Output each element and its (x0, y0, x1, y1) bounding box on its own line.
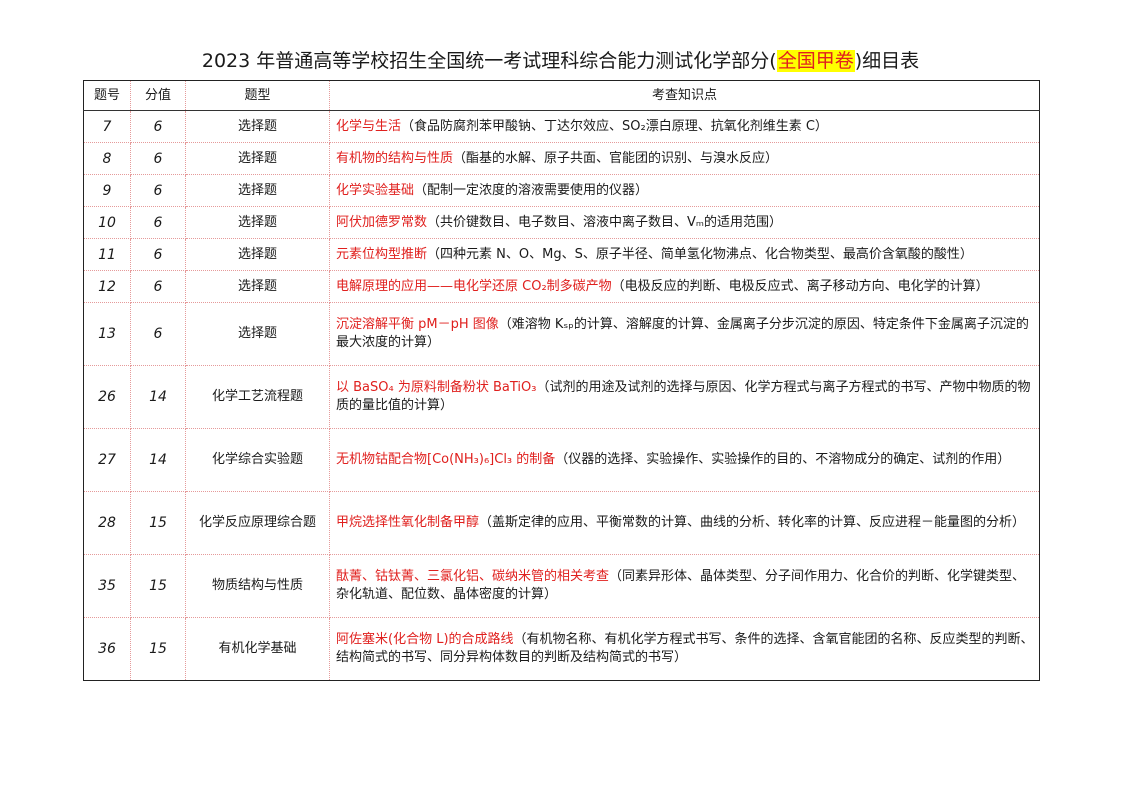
table-row: 11 6 选择题 元素位构型推断（四种元素 N、O、Mg、S、原子半径、简单氢化… (83, 238, 1040, 271)
score-cell: 15 (130, 491, 186, 555)
score-cell: 6 (130, 110, 186, 143)
table-row: 12 6 选择题 电解原理的应用——电化学还原 CO₂制多碳产物（电极反应的判断… (83, 270, 1040, 303)
score-cell: 6 (130, 238, 186, 271)
type-cell: 化学工艺流程题 (185, 365, 330, 429)
topic-text: 阿佐塞米(化合物 L)的合成路线 (336, 632, 514, 647)
score-cell: 6 (130, 174, 186, 207)
knowledge-cell: 有机物的结构与性质（酯基的水解、原子共面、官能团的识别、与溴水反应） (329, 142, 1040, 175)
detail-text: （电极反应的判断、电极反应式、离子移动方向、电化学的计算） (611, 278, 989, 294)
header-row: 题号 分值 题型 考查知识点 (83, 80, 1040, 111)
score-cell: 6 (130, 142, 186, 175)
detail-text: （食品防腐剂苯甲酸钠、丁达尔效应、SO₂漂白原理、抗氧化剂维生素 C） (401, 118, 828, 134)
question-number: 7 (83, 110, 131, 143)
question-number: 27 (83, 428, 131, 492)
knowledge-cell: 元素位构型推断（四种元素 N、O、Mg、S、原子半径、简单氢化物沸点、化合物类型… (329, 238, 1040, 271)
topic-text: 无机物钴配合物[Co(NH₃)₆]Cl₃ 的制备 (336, 452, 556, 467)
knowledge-cell: 阿伏加德罗常数（共价键数目、电子数目、溶液中离子数目、Vₘ的适用范围） (329, 206, 1040, 239)
table-row: 27 14 化学综合实验题 无机物钴配合物[Co(NH₃)₆]Cl₃ 的制备（仪… (83, 428, 1040, 492)
question-number: 26 (83, 365, 131, 429)
page-title: 2023 年普通高等学校招生全国统一考试理科综合能力测试化学部分(全国甲卷)细目… (0, 50, 1121, 72)
type-cell: 选择题 (185, 238, 330, 271)
question-number: 11 (83, 238, 131, 271)
table-row: 26 14 化学工艺流程题 以 BaSO₄ 为原料制备粉状 BaTiO₃（试剂的… (83, 365, 1040, 429)
detail-text: （盖斯定律的应用、平衡常数的计算、曲线的分析、转化率的计算、反应进程－能量图的分… (479, 515, 1026, 530)
table-row: 36 15 有机化学基础 阿佐塞米(化合物 L)的合成路线（有机物名称、有机化学… (83, 617, 1040, 681)
detail-text: （共价键数目、电子数目、溶液中离子数目、Vₘ的适用范围） (427, 214, 783, 230)
question-number: 28 (83, 491, 131, 555)
knowledge-cell: 甲烷选择性氧化制备甲醇（盖斯定律的应用、平衡常数的计算、曲线的分析、转化率的计算… (329, 491, 1040, 555)
type-cell: 选择题 (185, 110, 330, 143)
knowledge-cell: 以 BaSO₄ 为原料制备粉状 BaTiO₃（试剂的用途及试剂的选择与原因、化学… (329, 365, 1040, 429)
topic-text: 化学实验基础 (336, 182, 415, 198)
type-cell: 有机化学基础 (185, 617, 330, 681)
header-type: 题型 (185, 80, 330, 111)
question-number: 36 (83, 617, 131, 681)
type-cell: 化学综合实验题 (185, 428, 330, 492)
table-row: 9 6 选择题 化学实验基础（配制一定浓度的溶液需要使用的仪器） (83, 174, 1040, 207)
topic-text: 甲烷选择性氧化制备甲醇 (336, 515, 480, 530)
knowledge-cell: 沉淀溶解平衡 pM－pH 图像（难溶物 Kₛₚ的计算、溶解度的计算、金属离子分步… (329, 302, 1040, 366)
knowledge-cell: 化学与生活（食品防腐剂苯甲酸钠、丁达尔效应、SO₂漂白原理、抗氧化剂维生素 C） (329, 110, 1040, 143)
detail-table: 题号 分值 题型 考查知识点 7 6 选择题 化学与生活（食品防腐剂苯甲酸钠、丁… (83, 80, 1040, 681)
detail-text: （仪器的选择、实验操作、实验操作的目的、不溶物成分的确定、试剂的作用） (555, 452, 1011, 467)
table-row: 8 6 选择题 有机物的结构与性质（酯基的水解、原子共面、官能团的识别、与溴水反… (83, 142, 1040, 175)
header-number: 题号 (83, 80, 131, 111)
title-suffix: )细目表 (854, 50, 920, 72)
question-number: 13 (83, 302, 131, 366)
type-cell: 选择题 (185, 142, 330, 175)
score-cell: 15 (130, 554, 186, 618)
question-number: 8 (83, 142, 131, 175)
topic-text: 沉淀溶解平衡 pM－pH 图像 (336, 317, 499, 332)
knowledge-cell: 无机物钴配合物[Co(NH₃)₆]Cl₃ 的制备（仪器的选择、实验操作、实验操作… (329, 428, 1040, 492)
score-cell: 14 (130, 428, 186, 492)
type-cell: 选择题 (185, 270, 330, 303)
type-cell: 选择题 (185, 302, 330, 366)
type-cell: 物质结构与性质 (185, 554, 330, 618)
question-number: 10 (83, 206, 131, 239)
topic-text: 元素位构型推断 (336, 246, 428, 262)
detail-text: （配制一定浓度的溶液需要使用的仪器） (414, 182, 649, 198)
title-prefix: 2023 年普通高等学校招生全国统一考试理科综合能力测试化学部分( (201, 50, 777, 72)
score-cell: 14 (130, 365, 186, 429)
type-cell: 选择题 (185, 174, 330, 207)
type-cell: 化学反应原理综合题 (185, 491, 330, 555)
score-cell: 6 (130, 302, 186, 366)
knowledge-cell: 酞菁、钴钛菁、三氯化铝、碳纳米管的相关考查（同素异形体、晶体类型、分子间作用力、… (329, 554, 1040, 618)
type-cell: 选择题 (185, 206, 330, 239)
table-row: 10 6 选择题 阿伏加德罗常数（共价键数目、电子数目、溶液中离子数目、Vₘ的适… (83, 206, 1040, 239)
detail-text: （四种元素 N、O、Mg、S、原子半径、简单氢化物沸点、化合物类型、最高价含氧酸… (427, 246, 973, 262)
knowledge-cell: 电解原理的应用——电化学还原 CO₂制多碳产物（电极反应的判断、电极反应式、离子… (329, 270, 1040, 303)
knowledge-cell: 化学实验基础（配制一定浓度的溶液需要使用的仪器） (329, 174, 1040, 207)
table-row: 7 6 选择题 化学与生活（食品防腐剂苯甲酸钠、丁达尔效应、SO₂漂白原理、抗氧… (83, 110, 1040, 143)
knowledge-cell: 阿佐塞米(化合物 L)的合成路线（有机物名称、有机化学方程式书写、条件的选择、含… (329, 617, 1040, 681)
question-number: 12 (83, 270, 131, 303)
table-row: 28 15 化学反应原理综合题 甲烷选择性氧化制备甲醇（盖斯定律的应用、平衡常数… (83, 491, 1040, 555)
table-row: 35 15 物质结构与性质 酞菁、钴钛菁、三氯化铝、碳纳米管的相关考查（同素异形… (83, 554, 1040, 618)
table-row: 13 6 选择题 沉淀溶解平衡 pM－pH 图像（难溶物 Kₛₚ的计算、溶解度的… (83, 302, 1040, 366)
title-highlight: 全国甲卷 (776, 50, 855, 72)
question-number: 35 (83, 554, 131, 618)
header-score: 分值 (130, 80, 186, 111)
header-knowledge: 考查知识点 (329, 80, 1040, 111)
detail-text: （酯基的水解、原子共面、官能团的识别、与溴水反应） (453, 150, 779, 166)
topic-text: 化学与生活 (336, 118, 402, 134)
question-number: 9 (83, 174, 131, 207)
score-cell: 6 (130, 206, 186, 239)
topic-text: 电解原理的应用——电化学还原 CO₂制多碳产物 (336, 278, 612, 294)
score-cell: 15 (130, 617, 186, 681)
topic-text: 以 BaSO₄ 为原料制备粉状 BaTiO₃ (336, 380, 537, 395)
topic-text: 有机物的结构与性质 (336, 150, 454, 166)
score-cell: 6 (130, 270, 186, 303)
topic-text: 阿伏加德罗常数 (336, 214, 428, 230)
topic-text: 酞菁、钴钛菁、三氯化铝、碳纳米管的相关考查 (336, 569, 610, 584)
